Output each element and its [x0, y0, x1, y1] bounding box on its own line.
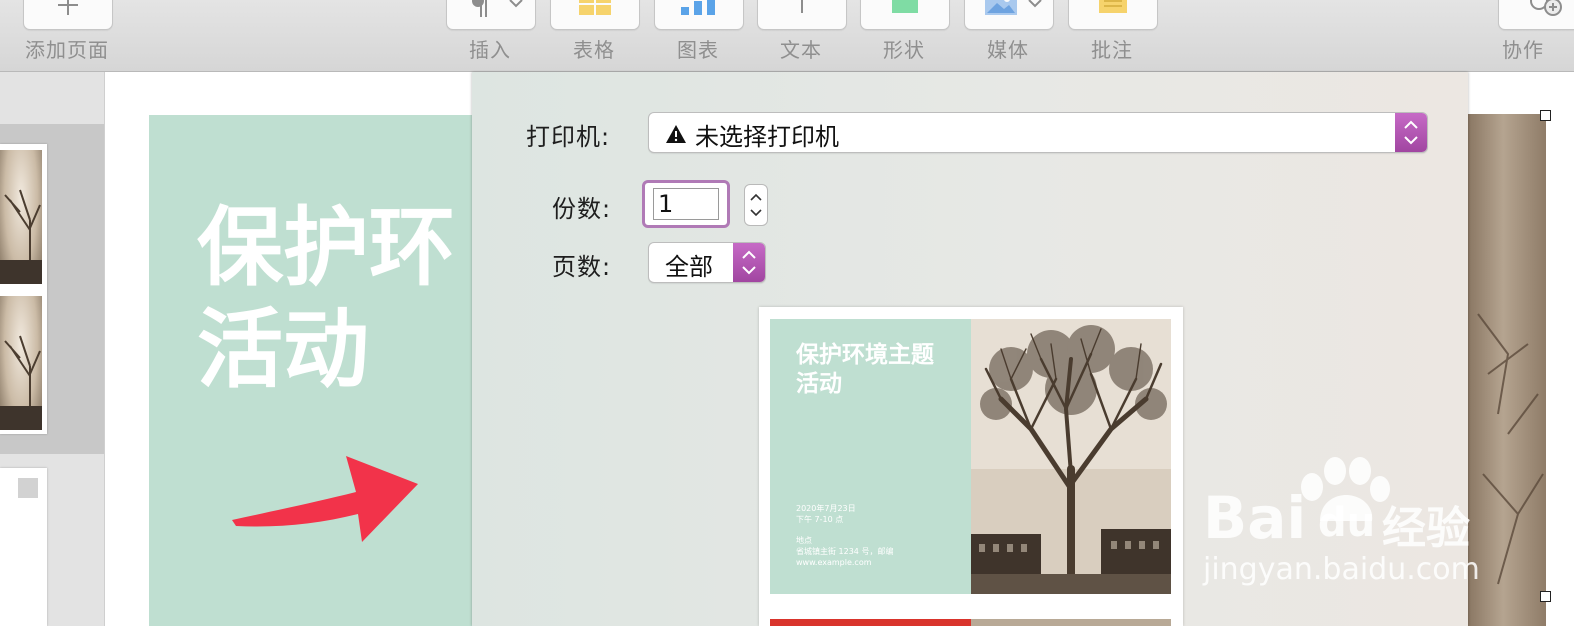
watermark-url: jingyan.baidu.com	[1203, 552, 1480, 587]
plus-icon	[58, 0, 78, 15]
stepper-chevrons-icon	[1404, 120, 1418, 145]
printer-label: 打印机:	[526, 123, 611, 151]
text-button-frame	[757, 0, 847, 30]
preview-photo	[971, 319, 1171, 594]
copies-field-focus-ring	[642, 180, 730, 228]
preview-date: 2020年7月23日 下午 7-10 点	[796, 504, 856, 524]
warning-icon	[666, 125, 686, 143]
media-button-frame	[964, 0, 1054, 30]
preview-green-panel: 保护环境主题 活动 2020年7月23日 下午 7-10 点 地点 省城镇主街 …	[770, 319, 971, 594]
resize-handle[interactable]	[1540, 591, 1551, 602]
slide-title[interactable]: 保护环 活动	[197, 197, 497, 401]
comment-button-frame	[1068, 0, 1158, 30]
thumbnail-placeholder	[18, 478, 38, 498]
watermark-brand-cn: 经验	[1382, 503, 1470, 554]
tree-photo-graphic	[0, 189, 42, 284]
slide-photo[interactable]	[1468, 114, 1546, 626]
watermark-brand-du: du	[1318, 500, 1376, 546]
up-down-arrows-icon	[733, 243, 765, 282]
bar-chart-icon	[681, 0, 715, 15]
watermark-brand: Bai	[1203, 484, 1307, 552]
slide-navigator	[0, 72, 105, 626]
collaborate-button-frame	[1498, 0, 1574, 30]
pages-label: 页数:	[552, 253, 612, 281]
preview-location: 地点 省城镇主街 1234 号，邮编 www.example.com	[796, 536, 894, 567]
preview-next-page-photo	[971, 619, 1171, 626]
add-person-icon	[1530, 0, 1562, 16]
add-page-button-frame	[23, 0, 113, 30]
stepper-chevrons-icon	[750, 193, 762, 217]
table-button-frame	[550, 0, 640, 30]
add-page-label: 添加页面	[25, 38, 109, 62]
shape-icon	[892, 0, 918, 13]
chevron-down-icon	[1028, 0, 1042, 8]
comment-label: 批注	[1091, 38, 1133, 62]
table-icon	[579, 0, 611, 15]
copies-stepper[interactable]	[744, 184, 768, 226]
note-icon	[1099, 0, 1127, 13]
thumbnail-photo	[0, 296, 42, 430]
red-arrow-annotation	[232, 456, 418, 542]
preview-next-page	[770, 619, 971, 626]
insert-button-frame	[446, 0, 536, 30]
stepper-chevrons-icon	[742, 250, 756, 275]
shape-button-frame	[860, 0, 950, 30]
paragraph-icon	[472, 0, 487, 17]
text-cursor-icon	[801, 0, 803, 13]
tree-photo-graphic	[1477, 313, 1544, 585]
copies-input[interactable]	[653, 188, 719, 220]
slide-thumbnail-1[interactable]	[0, 144, 47, 434]
pages-select[interactable]: 全部	[648, 242, 766, 283]
chevron-down-icon	[509, 0, 523, 8]
print-preview: 保护环境主题 活动 2020年7月23日 下午 7-10 点 地点 省城镇主街 …	[759, 307, 1183, 626]
up-down-arrows-icon	[1395, 113, 1427, 152]
tree-photo-graphic	[971, 319, 1171, 594]
chart-button-frame	[654, 0, 744, 30]
preview-title: 保护环境主题 活动	[796, 342, 934, 397]
collaborate-label: 协作	[1502, 38, 1544, 62]
image-icon	[985, 0, 1017, 15]
copies-label: 份数:	[552, 195, 612, 223]
pages-value: 全部	[665, 253, 713, 281]
resize-handle[interactable]	[1540, 110, 1551, 121]
slide-thumbnail-2[interactable]	[0, 468, 47, 626]
toolbar: 添加页面 插入 表格 图表 文本 形状 媒体 批注 协作	[0, 0, 1574, 72]
thumbnail-photo	[0, 150, 42, 284]
printer-value: 未选择打印机	[695, 123, 839, 151]
tree-photo-graphic	[0, 335, 42, 430]
printer-select[interactable]: 未选择打印机	[648, 112, 1428, 153]
